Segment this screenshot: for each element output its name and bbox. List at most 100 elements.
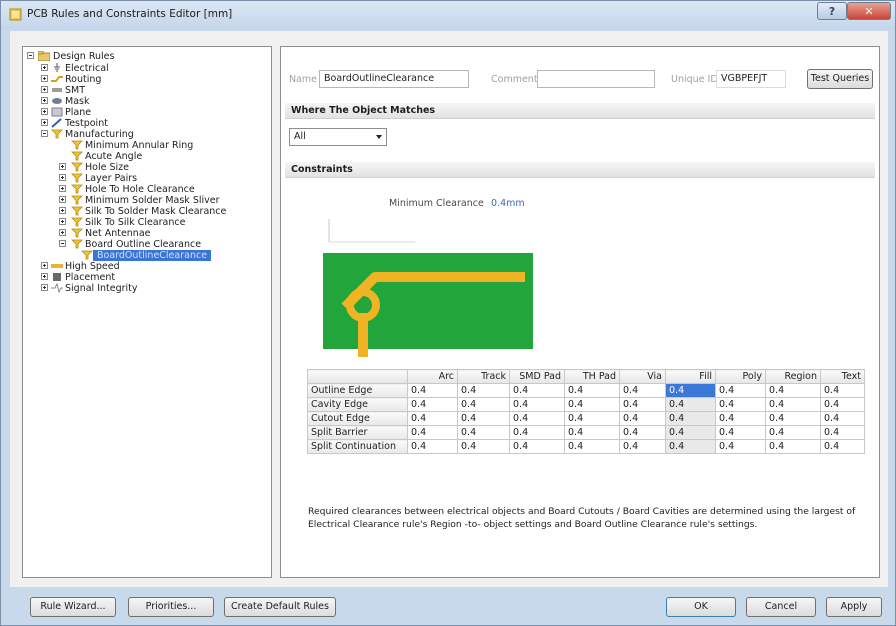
- collapse-icon[interactable]: [27, 52, 34, 59]
- grid-cell[interactable]: 0.4: [619, 439, 666, 454]
- expand-icon[interactable]: [41, 97, 48, 104]
- grid-cell[interactable]: 0.4: [564, 383, 620, 398]
- grid-cell[interactable]: 0.4: [407, 425, 458, 440]
- grid-cell[interactable]: 0.4: [715, 383, 766, 398]
- grid-cell[interactable]: 0.4: [820, 411, 865, 426]
- expand-icon[interactable]: [41, 262, 48, 269]
- expand-icon[interactable]: [41, 273, 48, 280]
- constraints-grid[interactable]: Arc Track SMD Pad TH Pad Via Fill Poly R…: [307, 369, 865, 454]
- grid-cell[interactable]: 0.4: [509, 383, 565, 398]
- grid-cell[interactable]: 0.4: [457, 425, 510, 440]
- grid-cell[interactable]: 0.4: [820, 397, 865, 412]
- unique-id-input[interactable]: VGBPEFJT: [716, 70, 786, 88]
- expand-icon[interactable]: [59, 229, 66, 236]
- grid-cell[interactable]: 0.4: [715, 411, 766, 426]
- title-bar[interactable]: PCB Rules and Constraints Editor [mm] ? …: [1, 1, 895, 29]
- grid-cell[interactable]: 0.4: [619, 383, 666, 398]
- collapse-icon[interactable]: [41, 130, 48, 137]
- ok-button[interactable]: OK: [666, 597, 736, 617]
- grid-cell[interactable]: 0.4: [765, 425, 821, 440]
- grid-cell[interactable]: 0.4: [715, 425, 766, 440]
- tree-item-label: Mask: [65, 96, 90, 107]
- placement-icon: [53, 273, 61, 281]
- grid-cell[interactable]: 0.4: [665, 425, 716, 440]
- collapse-icon[interactable]: [59, 240, 66, 247]
- grid-cell[interactable]: 0.4: [407, 383, 458, 398]
- expand-icon[interactable]: [41, 64, 48, 71]
- rule-wizard-button[interactable]: Rule Wizard...: [30, 597, 116, 617]
- col-header-fill[interactable]: Fill: [665, 369, 716, 384]
- col-header-region[interactable]: Region: [765, 369, 821, 384]
- grid-cell[interactable]: 0.4: [665, 397, 716, 412]
- grid-cell[interactable]: 0.4: [457, 397, 510, 412]
- grid-cell[interactable]: 0.4: [715, 397, 766, 412]
- priorities-button[interactable]: Priorities...: [128, 597, 214, 617]
- grid-cell-selected[interactable]: 0.4: [665, 383, 716, 398]
- name-input[interactable]: BoardOutlineClearance: [319, 70, 469, 88]
- grid-cell[interactable]: 0.4: [564, 397, 620, 412]
- grid-cell[interactable]: 0.4: [765, 397, 821, 412]
- col-header-via[interactable]: Via: [619, 369, 666, 384]
- tree-item-label: Manufacturing: [65, 129, 134, 140]
- grid-cell[interactable]: 0.4: [457, 383, 510, 398]
- grid-cell[interactable]: 0.4: [564, 425, 620, 440]
- expand-icon[interactable]: [41, 108, 48, 115]
- col-header-th-pad[interactable]: TH Pad: [564, 369, 620, 384]
- col-header-track[interactable]: Track: [457, 369, 510, 384]
- apply-button[interactable]: Apply: [826, 597, 882, 617]
- grid-cell[interactable]: 0.4: [619, 411, 666, 426]
- grid-cell[interactable]: 0.4: [509, 439, 565, 454]
- grid-cell[interactable]: 0.4: [407, 397, 458, 412]
- expand-icon[interactable]: [59, 218, 66, 225]
- grid-cell[interactable]: 0.4: [457, 439, 510, 454]
- grid-cell[interactable]: 0.4: [715, 439, 766, 454]
- tree-item-label: Board Outline Clearance: [85, 239, 202, 250]
- table-row: Cutout Edge 0.4 0.4 0.4 0.4 0.4 0.4 0.4 …: [307, 411, 865, 426]
- grid-cell[interactable]: 0.4: [765, 439, 821, 454]
- col-header-arc[interactable]: Arc: [407, 369, 458, 384]
- grid-cell[interactable]: 0.4: [407, 439, 458, 454]
- tree-item-label: Hole Size: [85, 162, 129, 173]
- expand-icon[interactable]: [59, 207, 66, 214]
- expand-icon[interactable]: [41, 86, 48, 93]
- expand-icon[interactable]: [41, 284, 48, 291]
- help-button[interactable]: ?: [817, 2, 847, 20]
- where-matches-select[interactable]: All: [289, 128, 387, 146]
- test-queries-button[interactable]: Test Queries: [807, 69, 873, 89]
- row-header-cavity-edge: Cavity Edge: [307, 397, 408, 412]
- close-button[interactable]: ✕: [847, 2, 891, 20]
- grid-cell[interactable]: 0.4: [665, 439, 716, 454]
- grid-cell[interactable]: 0.4: [765, 383, 821, 398]
- grid-cell[interactable]: 0.4: [564, 411, 620, 426]
- grid-cell[interactable]: 0.4: [564, 439, 620, 454]
- grid-cell[interactable]: 0.4: [509, 411, 565, 426]
- grid-cell[interactable]: 0.4: [509, 425, 565, 440]
- create-default-rules-button[interactable]: Create Default Rules: [224, 597, 336, 617]
- grid-cell[interactable]: 0.4: [765, 411, 821, 426]
- rules-tree[interactable]: Design Rules Electrical Routing SMT Mask…: [22, 46, 272, 578]
- grid-cell[interactable]: 0.4: [820, 439, 865, 454]
- where-matches-value: All: [294, 131, 306, 142]
- expand-icon[interactable]: [41, 119, 48, 126]
- min-clearance-value[interactable]: 0.4mm: [491, 198, 525, 209]
- expand-icon[interactable]: [41, 75, 48, 82]
- expand-icon[interactable]: [59, 185, 66, 192]
- grid-cell[interactable]: 0.4: [509, 397, 565, 412]
- grid-cell[interactable]: 0.4: [619, 425, 666, 440]
- col-header-smd-pad[interactable]: SMD Pad: [509, 369, 565, 384]
- cancel-button[interactable]: Cancel: [746, 597, 816, 617]
- folder-icon: [38, 51, 50, 61]
- comment-input[interactable]: [537, 70, 655, 88]
- grid-cell[interactable]: 0.4: [457, 411, 510, 426]
- col-header-poly[interactable]: Poly: [715, 369, 766, 384]
- grid-cell[interactable]: 0.4: [619, 397, 666, 412]
- grid-cell[interactable]: 0.4: [407, 411, 458, 426]
- testpoint-icon: [51, 118, 62, 128]
- grid-cell[interactable]: 0.4: [665, 411, 716, 426]
- col-header-text[interactable]: Text: [820, 369, 865, 384]
- expand-icon[interactable]: [59, 196, 66, 203]
- expand-icon[interactable]: [59, 174, 66, 181]
- grid-cell[interactable]: 0.4: [820, 425, 865, 440]
- grid-cell[interactable]: 0.4: [820, 383, 865, 398]
- expand-icon[interactable]: [59, 163, 66, 170]
